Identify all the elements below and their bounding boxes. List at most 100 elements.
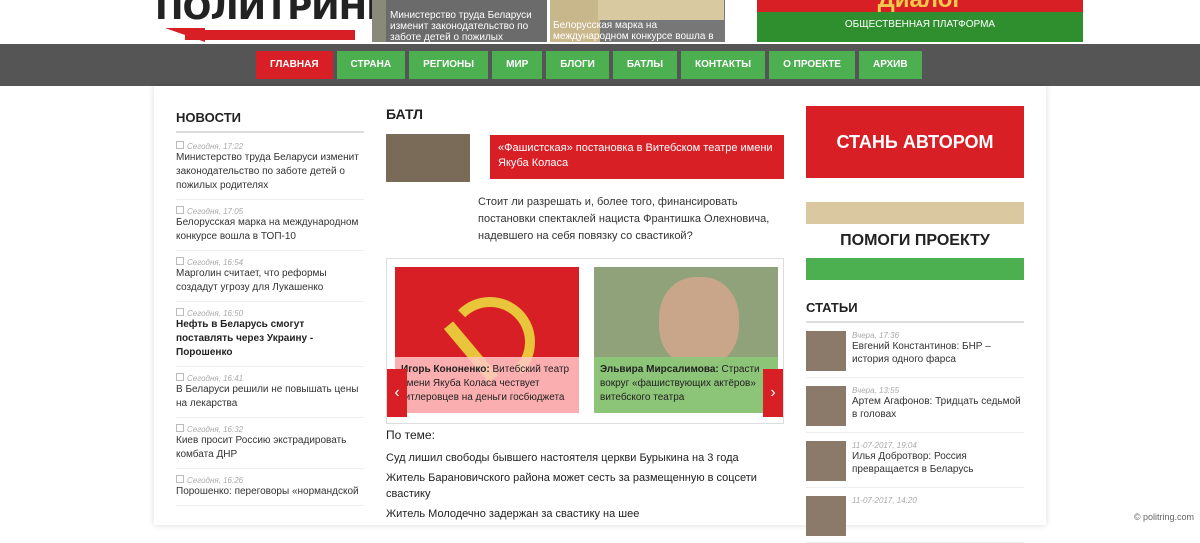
article-title[interactable]: Илья Добротвор: Россия превращается в Бе… (852, 450, 1024, 476)
slide-caption: Игорь Кононенко: Витебский театр имени Я… (395, 357, 579, 413)
article-time: Вчера, 13:55 (852, 386, 900, 395)
author-photo (806, 496, 846, 536)
news-time: Сегодня, 17:05 (187, 207, 244, 216)
article-item[interactable]: 11-07-2017, 14:20 (806, 496, 1024, 543)
nav-item-world[interactable]: МИР (492, 51, 543, 79)
calendar-icon (176, 257, 184, 265)
article-item[interactable]: Вчера, 13:55 Артем Агафонов: Тридцать се… (806, 386, 1024, 433)
slider-prev-button[interactable]: ‹ (387, 369, 407, 417)
nav-item-country[interactable]: СТРАНА (336, 51, 406, 79)
banner-bottom-band (806, 258, 1024, 280)
slide-caption: Эльвира Мирсалимова: Страсти вокруг «фаш… (594, 357, 778, 413)
author-photo (806, 441, 846, 481)
batl-section: БАТЛ «Фашистская» постановка в Витебском… (386, 106, 784, 520)
site-logo[interactable]: ПОЛИТРИНГ (155, 0, 388, 42)
related-heading: По теме: (386, 428, 435, 442)
teaser-image (598, 0, 724, 20)
lead-image[interactable] (386, 134, 470, 182)
news-title: НОВОСТИ (176, 106, 364, 133)
right-sidebar: СТАНЬ АВТОРОМ ПОМОГИ ПРОЕКТУ СТАТЬИ Вчер… (806, 106, 1024, 543)
nav-item-battles[interactable]: БАТЛЫ (612, 51, 678, 79)
logo-triangle (165, 28, 205, 42)
news-item[interactable]: Сегодня, 16:32 Киев просит Россию экстра… (176, 422, 364, 469)
news-title-link[interactable]: Киев просит Россию экстрадировать комбат… (176, 434, 364, 462)
news-title-link[interactable]: Порошенко: переговоры «нормандской (176, 485, 364, 499)
calendar-icon (176, 308, 184, 316)
banner-label: СТАНЬ АВТОРОМ (836, 132, 994, 152)
article-time: Вчера, 17:36 (852, 331, 900, 340)
lead-headline[interactable]: «Фашистская» постановка в Витебском теат… (490, 135, 784, 179)
article-title[interactable]: Артем Агафонов: Тридцать седьмой в голов… (852, 395, 1024, 421)
logo-text: ПОЛИТРИНГ (155, 0, 388, 28)
slide-1[interactable]: Игорь Кононенко: Витебский театр имени Я… (395, 267, 579, 413)
news-title-link[interactable]: В Беларуси решили не повышать цены на ле… (176, 383, 364, 411)
nav-item-regions[interactable]: РЕГИОНЫ (409, 51, 489, 79)
news-title-link[interactable]: Белорусская марка на международном конку… (176, 216, 364, 244)
nav-item-contacts[interactable]: КОНТАКТЫ (681, 51, 766, 79)
article-title[interactable]: Евгений Константинов: БНР – история одно… (852, 340, 1024, 366)
main-nav: ГЛАВНАЯ СТРАНА РЕГИОНЫ МИР БЛОГИ БАТЛЫ К… (0, 44, 1200, 86)
nav-item-archive[interactable]: АРХИВ (858, 51, 922, 79)
batl-title: БАТЛ (386, 106, 423, 122)
portrait-photo (659, 277, 739, 367)
news-item[interactable]: Сегодня, 16:50 Нефть в Беларусь смогут п… (176, 306, 364, 367)
news-meta: Сегодня, 16:26 (176, 475, 364, 485)
news-meta: Сегодня, 16:32 (176, 424, 364, 434)
related-list: По теме: Суд лишил свободы бывшего насто… (386, 428, 784, 526)
header-teaser-1[interactable]: Министерство труда Беларуси изменит зако… (372, 0, 547, 54)
articles-section: СТАТЬИ Вчера, 17:36 Евгений Константинов… (806, 296, 1024, 543)
nav-item-main[interactable]: ГЛАВНАЯ (256, 51, 333, 79)
slide-author: Эльвира Мирсалимова: (600, 364, 719, 375)
news-sidebar: НОВОСТИ Сегодня, 17:22 Министерство труд… (176, 106, 364, 510)
logo-bar (185, 30, 355, 40)
author-photo (806, 386, 846, 426)
dialog-banner[interactable]: Диалог ОБЩЕСТВЕННАЯ ПЛАТФОРМА (757, 0, 1083, 42)
news-meta: Сегодня, 17:22 (176, 141, 364, 151)
header-teaser-2[interactable]: Белорусская марка на международном конку… (550, 0, 725, 53)
article-item[interactable]: 11-07-2017, 19:04 Илья Добротвор: Россия… (806, 441, 1024, 488)
related-link[interactable]: Житель Барановичского района может сесть… (386, 470, 784, 502)
news-time: Сегодня, 16:41 (187, 374, 244, 383)
article-time: 11-07-2017, 19:04 (852, 441, 917, 450)
author-photo (806, 331, 846, 371)
dialog-word: Диалог (757, 0, 1083, 14)
calendar-icon (176, 206, 184, 214)
dialog-subtitle: ОБЩЕСТВЕННАЯ ПЛАТФОРМА (844, 19, 996, 30)
banner-top-band (806, 202, 1024, 224)
site-credit: © politring.com (1133, 512, 1194, 522)
news-item[interactable]: Сегодня, 16:54 Марголин считает, что реф… (176, 255, 364, 302)
article-time: 11-07-2017, 14:20 (852, 496, 917, 505)
nav-item-blogs[interactable]: БЛОГИ (546, 51, 609, 79)
news-list: Сегодня, 17:22 Министерство труда Белару… (176, 139, 364, 506)
news-time: Сегодня, 17:22 (187, 142, 244, 151)
slider-next-button[interactable]: › (763, 369, 783, 417)
batl-slider: Игорь Кононенко: Витебский театр имени Я… (386, 258, 784, 424)
news-time: Сегодня, 16:54 (187, 258, 244, 267)
calendar-icon (176, 373, 184, 381)
news-item[interactable]: Сегодня, 16:26 Порошенко: переговоры «но… (176, 473, 364, 506)
calendar-icon (176, 475, 184, 483)
nav-items: ГЛАВНАЯ СТРАНА РЕГИОНЫ МИР БЛОГИ БАТЛЫ К… (256, 51, 922, 79)
nav-item-about[interactable]: О ПРОЕКТЕ (769, 51, 855, 79)
news-title-link[interactable]: Министерство труда Беларуси изменит зако… (176, 151, 364, 193)
news-title-link[interactable]: Нефть в Беларусь смогут поставлять через… (176, 318, 364, 360)
news-item[interactable]: Сегодня, 16:41 В Беларуси решили не повы… (176, 371, 364, 418)
related-link[interactable]: Житель Молодечно задержан за свастику на… (386, 506, 784, 522)
top-header: ПОЛИТРИНГ Министерство труда Беларуси из… (0, 0, 1200, 54)
banner-label: ПОМОГИ ПРОЕКТУ (840, 232, 990, 249)
slide-2[interactable]: Эльвира Мирсалимова: Страсти вокруг «фаш… (594, 267, 778, 413)
news-time: Сегодня, 16:32 (187, 425, 244, 434)
news-meta: Сегодня, 16:54 (176, 257, 364, 267)
related-link[interactable]: Суд лишил свободы бывшего настоятеля цер… (386, 450, 784, 466)
teaser-thumb (372, 0, 386, 42)
news-title-link[interactable]: Марголин считает, что реформы создадут у… (176, 267, 364, 295)
news-time: Сегодня, 16:50 (187, 309, 244, 318)
article-item[interactable]: Вчера, 17:36 Евгений Константинов: БНР –… (806, 331, 1024, 378)
become-author-banner[interactable]: СТАНЬ АВТОРОМ (806, 106, 1024, 178)
help-project-banner[interactable]: ПОМОГИ ПРОЕКТУ (806, 202, 1024, 280)
news-item[interactable]: Сегодня, 17:22 Министерство труда Белару… (176, 139, 364, 200)
slide-author: Игорь Кононенко: (401, 364, 490, 375)
news-meta: Сегодня, 17:05 (176, 206, 364, 216)
news-item[interactable]: Сегодня, 17:05 Белорусская марка на межд… (176, 204, 364, 251)
news-time: Сегодня, 16:26 (187, 476, 244, 485)
